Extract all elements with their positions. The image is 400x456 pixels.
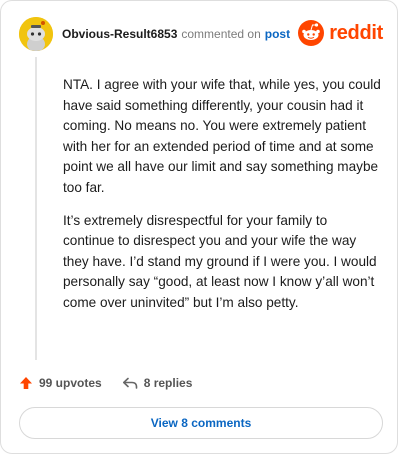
comment-paragraph: NTA. I agree with your wife that, while …	[63, 77, 381, 195]
comment-meta: Obvious-Result6853 commented on post	[62, 27, 290, 41]
comment-paragraph: It’s extremely disrespectful for your fa…	[63, 212, 377, 310]
post-link[interactable]: post	[265, 27, 290, 41]
comment-body: NTA. I agree with your wife that, while …	[63, 75, 381, 326]
reddit-wordmark: reddit	[329, 21, 383, 44]
avatar[interactable]	[19, 17, 53, 51]
comment-header: Obvious-Result6853 commented on post red…	[19, 17, 383, 51]
upvote-count: 99 upvotes	[39, 376, 102, 390]
username[interactable]: Obvious-Result6853	[62, 27, 177, 41]
avatar-snoo-icon	[19, 17, 53, 51]
view-comments-button[interactable]: View 8 comments	[19, 407, 383, 439]
commented-on-label: commented on	[181, 27, 261, 41]
comment-card: Obvious-Result6853 commented on post red…	[0, 0, 398, 454]
reddit-logo[interactable]: reddit	[298, 20, 383, 46]
reddit-logo-icon	[298, 20, 325, 46]
comment-actions: 99 upvotes 8 replies	[19, 373, 192, 393]
upvote-arrow-icon	[20, 377, 32, 389]
upvote-button[interactable]: 99 upvotes	[19, 376, 102, 390]
thread-line[interactable]	[35, 57, 37, 360]
reply-arrow-icon	[122, 377, 138, 389]
replies-button[interactable]: 8 replies	[122, 376, 193, 390]
replies-count: 8 replies	[143, 376, 193, 390]
